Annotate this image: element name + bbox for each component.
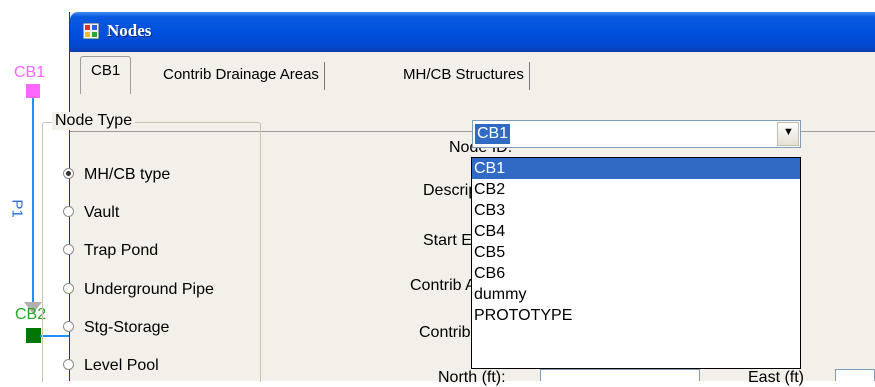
node-cb1-marker [26, 84, 40, 98]
radio-unchecked-icon [63, 206, 74, 218]
east-input[interactable] [835, 369, 875, 381]
node-type-group-title: Node Type [52, 112, 136, 130]
radio-vault[interactable]: Vault [63, 203, 119, 223]
east-label: East (ft) [748, 369, 805, 386]
radio-unchecked-icon [63, 283, 74, 295]
north-label: North (ft): [438, 369, 506, 386]
dropdown-option[interactable]: CB3 [472, 200, 800, 221]
dropdown-option[interactable]: CB1 [472, 158, 800, 179]
dropdown-option[interactable]: CB2 [472, 179, 800, 200]
title-bar[interactable]: Nodes [70, 12, 875, 52]
north-input[interactable] [540, 369, 700, 381]
tab-mh-cb-structures[interactable]: MH/CB Structures [398, 62, 530, 90]
tab-cb1[interactable]: CB1 [80, 56, 132, 94]
node-id-combo[interactable]: CB1 ▼ [472, 120, 801, 148]
app-icon [83, 23, 99, 39]
node-cb2-marker [26, 328, 41, 343]
dropdown-option[interactable]: PROTOTYPE [472, 305, 800, 326]
dropdown-option[interactable]: dummy [472, 284, 800, 305]
dropdown-option[interactable]: CB6 [472, 263, 800, 284]
radio-unchecked-icon [63, 321, 74, 333]
radio-checked-icon [63, 168, 74, 180]
node-id-dropdown-list[interactable]: CB1 CB2 CB3 CB4 CB5 CB6 dummy PROTOTYPE [471, 157, 801, 369]
radio-mh-cb-type[interactable]: MH/CB type [63, 165, 170, 185]
radio-unchecked-icon [63, 244, 74, 256]
pipe-p1-label[interactable]: P1 [9, 199, 26, 217]
node-id-combo-value[interactable]: CB1 [475, 124, 511, 144]
radio-level-pool[interactable]: Level Pool [63, 356, 159, 376]
radio-trap-pond[interactable]: Trap Pond [63, 241, 158, 261]
tab-contrib-drainage-areas[interactable]: Contrib Drainage Areas [158, 62, 325, 90]
dropdown-option[interactable]: CB5 [472, 242, 800, 263]
radio-unchecked-icon [63, 359, 74, 371]
chevron-down-icon: ▼ [783, 126, 794, 138]
combo-dropdown-button[interactable]: ▼ [777, 122, 799, 146]
radio-underground-pipe[interactable]: Underground Pipe [63, 280, 214, 300]
node-cb1-label[interactable]: CB1 [14, 64, 45, 82]
tab-strip: CB1 Contrib Drainage Areas MH/CB Structu… [70, 52, 875, 132]
radio-stg-storage[interactable]: Stg-Storage [63, 318, 169, 338]
window-title: Nodes [107, 21, 152, 40]
dropdown-option[interactable]: CB4 [472, 221, 800, 242]
